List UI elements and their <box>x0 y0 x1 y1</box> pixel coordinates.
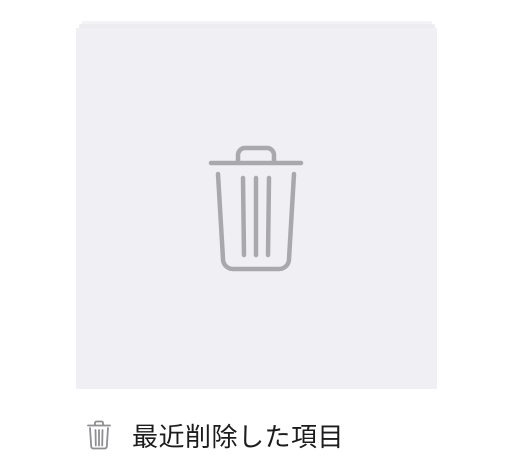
recently-deleted-album[interactable]: 最近削除した項目 <box>0 0 511 466</box>
trash-icon <box>87 420 111 450</box>
album-caption: 最近削除した項目 <box>86 412 344 458</box>
trash-icon <box>208 145 304 272</box>
album-title: 最近削除した項目 <box>132 422 345 453</box>
